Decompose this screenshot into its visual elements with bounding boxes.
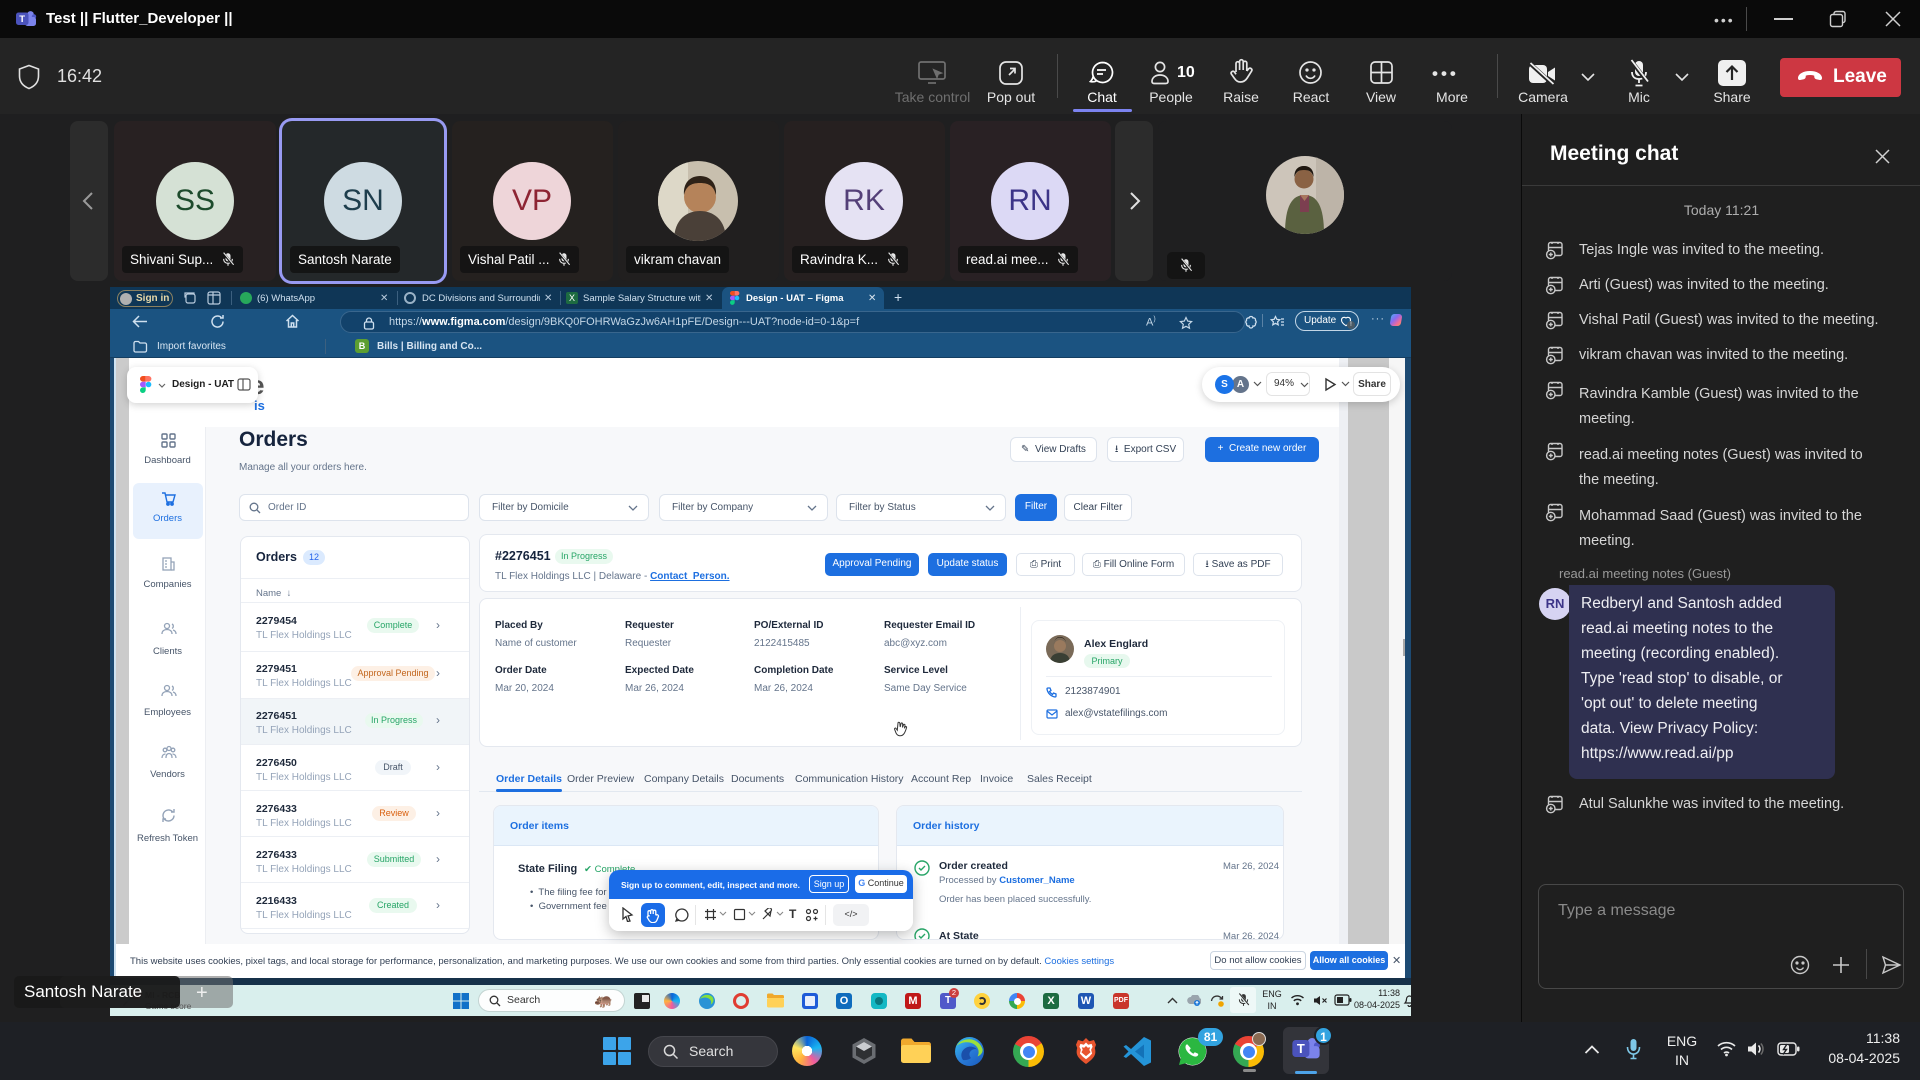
svg-text:T: T [19, 14, 25, 25]
svg-text:T: T [1297, 1041, 1305, 1056]
